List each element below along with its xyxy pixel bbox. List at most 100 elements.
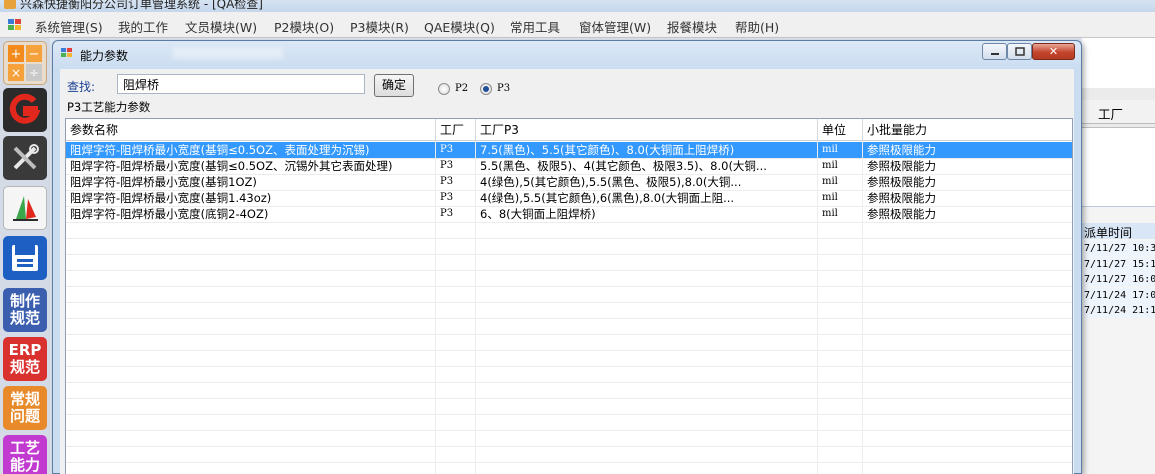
radio-p3[interactable] xyxy=(480,83,492,95)
row-divider xyxy=(66,398,1072,399)
table-header: 参数名称 工厂 工厂P3 单位 小批量能力 xyxy=(66,119,1072,141)
red-g-app-icon[interactable] xyxy=(3,88,47,132)
launcher-item-erp[interactable]: ERP 规范 xyxy=(3,337,47,381)
save-disk-icon[interactable] xyxy=(3,236,47,280)
bg-dispatch-header[interactable]: 派单时间 xyxy=(1082,223,1155,240)
bg-time-row[interactable]: 7/11/24 21:1 xyxy=(1084,303,1155,318)
menu-window[interactable]: 窗体管理(W) xyxy=(579,17,651,36)
menu-p2[interactable]: P2模块(O) xyxy=(274,17,334,36)
launcher-label-process: 工艺 能力 xyxy=(9,439,40,474)
row-divider xyxy=(66,446,1072,447)
bg-column-factory: 工厂 xyxy=(1098,107,1124,122)
launcher-bar: + − × ÷ 制作 规范 ERP 规范 常规 问题 工艺 能力 xyxy=(0,38,50,474)
launcher-item-spec[interactable]: 制作 规范 xyxy=(3,288,47,332)
table-row[interactable]: 阻焊字符-阻焊桥最小宽度(基铜1.43oz) P3 4(绿色),5.5(其它颜色),… xyxy=(66,190,1072,206)
cell-factory: P3 xyxy=(436,206,476,222)
app-title: 兴森快捷衡阳分公司订单管理系统 - [QA检查] xyxy=(20,0,263,11)
tools-icon[interactable] xyxy=(3,136,47,180)
row-divider xyxy=(66,254,1072,255)
row-divider xyxy=(66,158,1072,159)
cell-small-batch: 参照极限能力 xyxy=(863,206,1072,222)
cell-factory: P3 xyxy=(436,158,476,174)
maximize-button[interactable] xyxy=(1007,43,1032,60)
row-divider xyxy=(66,190,1072,191)
cell-factory-p3: 4(绿色),5.5(其它颜色),6(黑色),8.0(大铜面上阻... xyxy=(476,190,818,206)
launcher-item-process[interactable]: 工艺 能力 xyxy=(3,435,47,474)
row-divider xyxy=(66,430,1072,431)
row-divider xyxy=(66,174,1072,175)
row-divider xyxy=(66,414,1072,415)
cell-factory-p3: 5.5(黑色、极限5)、4(其它颜色、极限3.5)、8.0(大铜... xyxy=(476,158,818,174)
cell-param-name: 阻焊字符-阻焊桥最小宽度(基铜1.43oz) xyxy=(66,190,436,206)
launcher-label-spec: 制作 规范 xyxy=(9,292,40,327)
menu-p3[interactable]: P3模块(R) xyxy=(350,17,409,36)
window-menu-icon[interactable] xyxy=(8,19,22,31)
cell-small-batch: 参照极限能力 xyxy=(863,174,1072,190)
confirm-button[interactable]: 确定 xyxy=(374,74,414,97)
column-header-factory-p3[interactable]: 工厂P3 xyxy=(476,119,818,141)
cell-factory-p3: 6、8(大铜面上阻焊桥) xyxy=(476,206,818,222)
search-input[interactable] xyxy=(117,74,365,94)
maximize-icon xyxy=(1014,47,1025,56)
cell-small-batch: 参照极限能力 xyxy=(863,190,1072,206)
row-divider xyxy=(66,286,1072,287)
column-divider xyxy=(862,141,863,474)
cell-unit: mil xyxy=(818,206,863,222)
table-row[interactable]: 阻焊字符-阻焊桥最小宽度(基铜1OZ) P3 4(绿色),5(其它颜色),5.5(黑… xyxy=(66,174,1072,190)
close-button[interactable]: ✕ xyxy=(1032,43,1075,60)
svg-text:÷: ÷ xyxy=(29,66,39,80)
capability-dialog: 能力参数 ✕ 查找: 确定 P2 P3 P3工艺能力参数 参数名称 工厂 工厂P… xyxy=(52,40,1082,474)
cell-unit: mil xyxy=(818,190,863,206)
row-divider xyxy=(66,350,1072,351)
menu-my-work[interactable]: 我的工作 xyxy=(118,17,168,36)
svg-text:×: × xyxy=(11,66,21,80)
table-row[interactable]: 阻焊字符-阻焊桥最小宽度(基铜≤0.5OZ、沉锡外其它表面处理) P3 5.5(黑色… xyxy=(66,158,1072,174)
close-icon: ✕ xyxy=(1048,45,1059,58)
radio-p2[interactable] xyxy=(438,83,450,95)
menu-meal[interactable]: 报餐模块 xyxy=(667,17,717,36)
cell-small-batch: 参照极限能力 xyxy=(863,158,1072,174)
column-header-param[interactable]: 参数名称 xyxy=(66,119,436,141)
dialog-title-bar[interactable]: 能力参数 ✕ xyxy=(53,41,1081,65)
column-header-small-batch[interactable]: 小批量能力 xyxy=(863,119,1072,141)
menu-clerk[interactable]: 文员模块(W) xyxy=(185,17,257,36)
bg-column-header[interactable]: 工厂 xyxy=(1082,100,1155,124)
table-row[interactable]: 阻焊字符-阻焊桥最小宽度(基铜≤0.5OZ、表面处理为沉锡) P3 7.5(黑色)、… xyxy=(66,142,1072,158)
row-divider xyxy=(66,222,1072,223)
minimize-button[interactable] xyxy=(982,43,1007,60)
bg-dispatch-panel: 派单时间 7/11/27 10:3 7/11/27 15:1 7/11/27 1… xyxy=(1082,206,1155,474)
menu-system[interactable]: 系统管理(S) xyxy=(35,17,103,36)
bg-time-row[interactable]: 7/11/27 15:1 xyxy=(1084,257,1155,272)
app-logo-icon xyxy=(4,0,16,9)
bg-dispatch-label: 派单时间 xyxy=(1084,226,1133,240)
layout-grid-icon[interactable]: + − × ÷ xyxy=(3,41,47,85)
column-header-unit[interactable]: 单位 xyxy=(818,119,863,141)
row-divider xyxy=(66,302,1072,303)
cell-factory: P3 xyxy=(436,142,476,158)
menu-help[interactable]: 帮助(H) xyxy=(735,17,779,36)
launcher-item-faq[interactable]: 常规 问题 xyxy=(3,386,47,430)
table-row[interactable]: 阻焊字符-阻焊桥最小宽度(底铜2-4OZ) P3 6、8(大铜面上阻焊桥) mil 参照… xyxy=(66,206,1072,222)
row-divider xyxy=(66,462,1072,463)
minimize-icon xyxy=(990,52,999,55)
launcher-label-erp: ERP 规范 xyxy=(8,341,42,376)
cell-param-name: 阻焊字符-阻焊桥最小宽度(基铜≤0.5OZ、沉锡外其它表面处理) xyxy=(66,158,436,174)
dialog-title: 能力参数 xyxy=(80,49,129,63)
column-divider xyxy=(435,141,436,474)
cell-param-name: 阻焊字符-阻焊桥最小宽度(底铜2-4OZ) xyxy=(66,206,436,222)
column-header-factory[interactable]: 工厂 xyxy=(436,119,476,141)
cell-param-name: 阻焊字符-阻焊桥最小宽度(基铜1OZ) xyxy=(66,174,436,190)
cell-unit: mil xyxy=(818,142,863,158)
bg-time-row[interactable]: 7/11/27 16:0 xyxy=(1084,272,1155,287)
sail-app-icon[interactable] xyxy=(3,186,47,230)
dialog-client: 查找: 确定 P2 P3 P3工艺能力参数 参数名称 工厂 工厂P3 单位 小批… xyxy=(60,69,1074,474)
dialog-app-icon xyxy=(61,48,74,59)
svg-text:+: + xyxy=(11,47,22,62)
bg-time-row[interactable]: 7/11/24 17:0 xyxy=(1084,288,1155,303)
bg-time-row[interactable]: 7/11/27 10:3 xyxy=(1084,241,1155,256)
menu-tools[interactable]: 常用工具 xyxy=(510,17,560,36)
menu-qae[interactable]: QAE模块(Q) xyxy=(424,17,495,36)
menu-bar: 系统管理(S) 我的工作 文员模块(W) P2模块(O) P3模块(R) QAE… xyxy=(0,12,1155,38)
radio-p3-label: P3 xyxy=(497,83,511,94)
capability-table: 参数名称 工厂 工厂P3 单位 小批量能力 阻焊字符-阻焊桥最小宽度(基铜≤0.… xyxy=(65,118,1073,474)
